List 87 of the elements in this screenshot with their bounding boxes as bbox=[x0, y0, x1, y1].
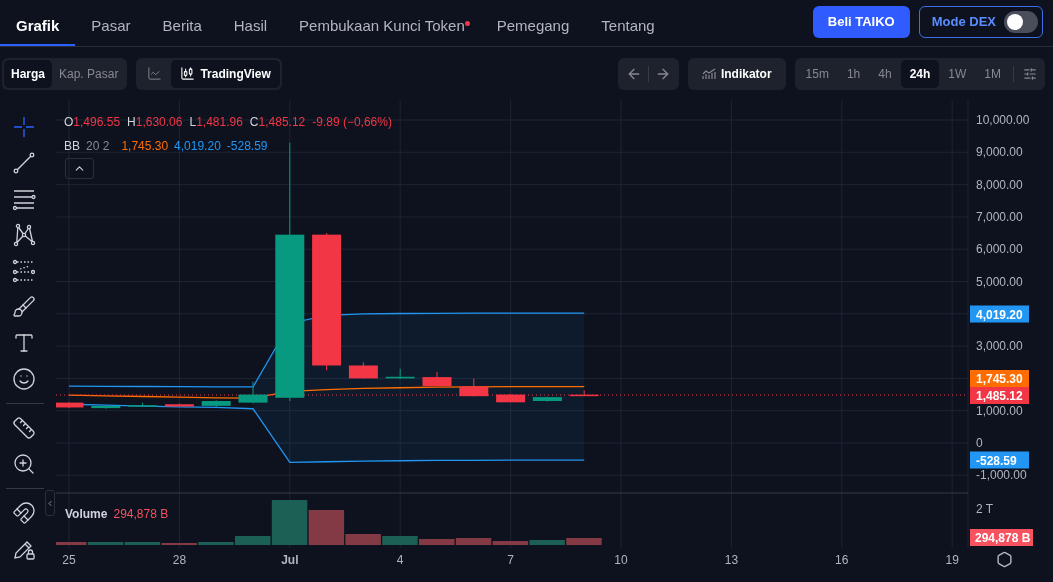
price-axis-label: 7,000.00 bbox=[976, 209, 1023, 224]
candlestick-icon bbox=[180, 66, 196, 81]
price-axis-label: 10,000.00 bbox=[976, 113, 1030, 127]
text-icon[interactable] bbox=[12, 331, 36, 355]
price-axis-label: 8,000.00 bbox=[976, 177, 1023, 192]
volume-tag: 294,878 B bbox=[970, 529, 1033, 546]
pattern-icon[interactable] bbox=[12, 223, 36, 247]
price-tag: 4,019.20 bbox=[970, 305, 1029, 323]
candle bbox=[348, 361, 378, 379]
candle bbox=[459, 377, 489, 397]
timeframe-tab[interactable]: 4h bbox=[869, 59, 901, 88]
price-change: -9.89 (−0,66%) bbox=[312, 114, 392, 131]
indicator-params: 20 2 bbox=[86, 138, 110, 155]
candle bbox=[532, 396, 562, 403]
settings-icon[interactable] bbox=[996, 551, 1013, 568]
nav-tab[interactable]: Hasil bbox=[217, 0, 284, 46]
price-axis-label: 5,000.00 bbox=[976, 274, 1023, 289]
ohlc-value: L1,481.96 bbox=[189, 114, 243, 131]
candles-tab[interactable]: TradingView bbox=[171, 59, 280, 88]
candle bbox=[422, 371, 452, 387]
ohlc-value: C1,485.12 bbox=[249, 114, 306, 131]
date-axis-label: 25 bbox=[62, 553, 76, 567]
date-axis-label: 10 bbox=[614, 553, 628, 567]
candle bbox=[201, 399, 231, 408]
indicator-value: 1,745.30 bbox=[121, 138, 169, 155]
price-mode-tab[interactable]: Kap. Pasar bbox=[52, 59, 126, 88]
candle bbox=[91, 405, 121, 410]
indicator-button[interactable]: Indikator bbox=[687, 57, 786, 90]
date-axis-label: 7 bbox=[507, 553, 514, 567]
ohlc-value: H1,630.06 bbox=[127, 114, 183, 131]
price-axis-label: 0 bbox=[976, 436, 983, 450]
ruler-icon[interactable] bbox=[12, 416, 36, 440]
volume-label: Volume bbox=[65, 506, 108, 523]
volume-axis-label: 2 T bbox=[976, 502, 994, 516]
candle bbox=[238, 381, 268, 404]
candle bbox=[385, 368, 415, 380]
date-axis-label: 28 bbox=[172, 553, 187, 567]
candle bbox=[164, 403, 194, 408]
date-axis-label: 4 bbox=[396, 553, 404, 567]
price-axis-label: 3,000.00 bbox=[976, 339, 1023, 354]
timeframe-tab[interactable]: 1W bbox=[939, 59, 976, 88]
magnet-icon[interactable] bbox=[12, 501, 36, 525]
nav-tab[interactable]: Pasar bbox=[75, 0, 147, 46]
price-axis-label: 9,000.00 bbox=[976, 145, 1023, 160]
price-axis-label: 1,000.00 bbox=[976, 403, 1023, 418]
candle bbox=[128, 402, 158, 407]
date-axis-label: 13 bbox=[724, 553, 739, 567]
fib-lines-icon[interactable] bbox=[12, 259, 36, 283]
buy-button[interactable]: Beli TAIKO bbox=[812, 6, 910, 38]
collapse-legend-button[interactable] bbox=[65, 158, 94, 179]
timeframe-tab[interactable]: 1M bbox=[975, 59, 1010, 88]
chevron-left-icon bbox=[46, 498, 54, 508]
nav-tab[interactable]: Pemegang bbox=[480, 0, 586, 46]
horizontal-lines-icon[interactable] bbox=[12, 187, 36, 211]
crosshair-icon[interactable] bbox=[12, 115, 36, 139]
nav-tab[interactable]: Berita bbox=[146, 0, 218, 46]
price-tag: 1,485.12 bbox=[970, 387, 1029, 404]
settings-icon[interactable] bbox=[1023, 66, 1037, 81]
mode-toggle[interactable]: Mode DEX bbox=[918, 6, 1043, 38]
ohlc-value: O1,496.55 bbox=[64, 114, 121, 131]
price-tag: -528.59 bbox=[970, 451, 1029, 469]
price-axis-label: 6,000.00 bbox=[976, 242, 1023, 257]
nav-tab[interactable]: Grafik bbox=[0, 0, 76, 46]
indicator-name: BB bbox=[64, 138, 80, 155]
date-axis-label: Jul bbox=[281, 553, 299, 567]
zoom-in-icon[interactable] bbox=[12, 452, 36, 476]
indicator-value: 4,019.20 bbox=[174, 138, 221, 155]
timeframe-tab[interactable]: 1h bbox=[837, 59, 870, 88]
indicator-icon bbox=[701, 67, 716, 80]
candle bbox=[496, 393, 526, 403]
price-tag: 1,745.30 bbox=[970, 370, 1029, 387]
indicator-value: -528.59 bbox=[226, 138, 268, 155]
smiley-icon[interactable] bbox=[12, 367, 36, 391]
nav-tab[interactable]: Pembukaan Kunci Token bbox=[283, 0, 481, 46]
line-chart-icon bbox=[147, 66, 163, 81]
timeframe-tab[interactable]: 15m bbox=[796, 59, 838, 88]
price-mode-tab[interactable]: Harga bbox=[4, 59, 52, 88]
timeframe-tab[interactable]: 24h bbox=[900, 59, 940, 88]
nav-tab[interactable]: Tentang bbox=[585, 0, 671, 46]
price-axis-label: -1,000.00 bbox=[976, 468, 1027, 483]
date-axis-label: 16 bbox=[835, 553, 849, 567]
candle bbox=[569, 389, 599, 397]
brush-icon[interactable] bbox=[12, 295, 36, 319]
date-axis-label: 19 bbox=[945, 553, 959, 567]
candle bbox=[56, 401, 84, 409]
volume-value: 294,878 B bbox=[113, 506, 169, 523]
trend-line-icon[interactable] bbox=[12, 151, 36, 175]
